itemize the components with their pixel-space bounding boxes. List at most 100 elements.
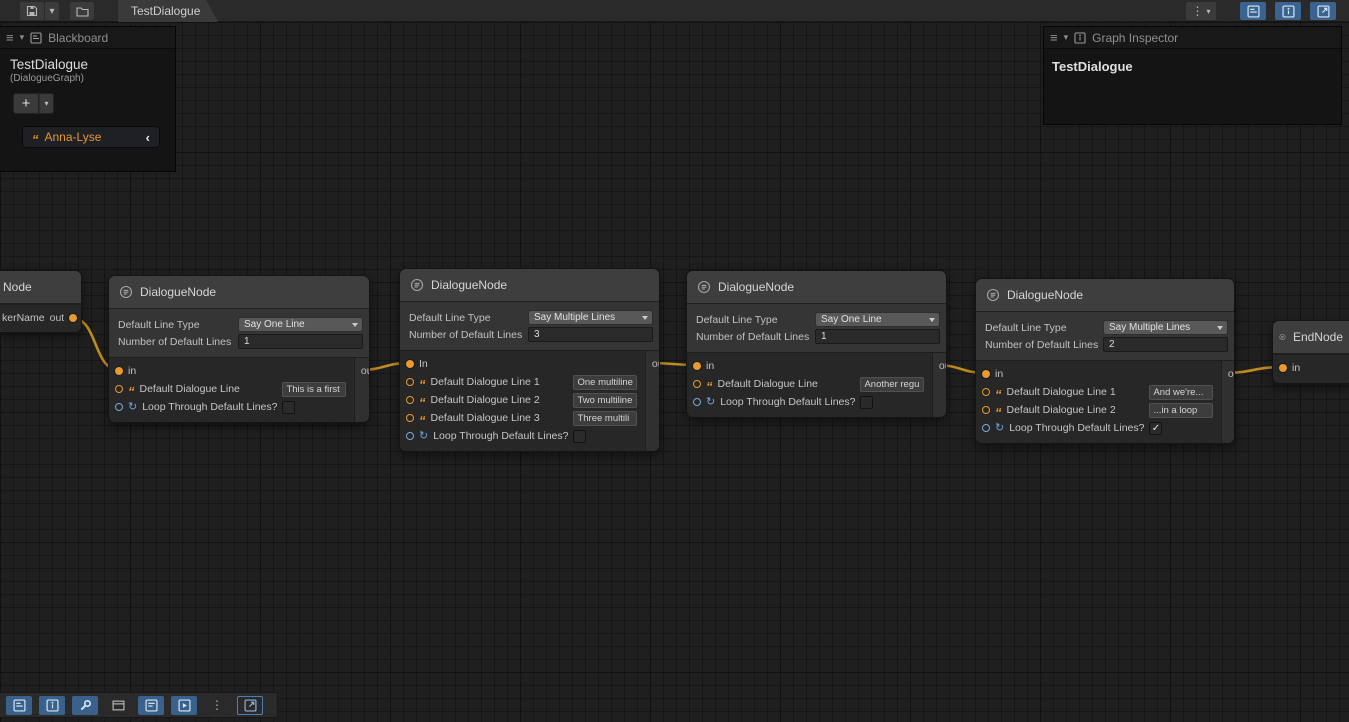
loop-icon: ↻ bbox=[128, 402, 137, 413]
line-type-dropdown[interactable]: Say Multiple Lines bbox=[528, 310, 653, 325]
blackboard-property-row[interactable]: “ Anna-Lyse ‹ bbox=[22, 126, 160, 148]
loop-checkbox[interactable] bbox=[860, 396, 873, 409]
end-node-icon bbox=[1279, 330, 1286, 344]
dropdown-value: Say One Line bbox=[821, 314, 882, 325]
inspector-toggle-button[interactable] bbox=[1275, 2, 1301, 20]
loop-checkbox[interactable] bbox=[282, 401, 295, 414]
node-title: DialogueNode bbox=[718, 280, 794, 294]
preview-button[interactable] bbox=[171, 696, 197, 715]
dialogue-node-3[interactable]: DialogueNode Default Line Type Say One L… bbox=[686, 270, 947, 418]
overflow-menu-button[interactable]: ⋮ ▾ bbox=[1186, 2, 1216, 20]
node-title: Node bbox=[3, 280, 32, 294]
property-name[interactable]: Anna-Lyse bbox=[45, 130, 140, 144]
node-title-bar[interactable]: DialogueNode bbox=[687, 271, 946, 304]
num-lines-field[interactable]: 1 bbox=[815, 329, 940, 344]
dialogue-line-field[interactable]: One multiline bbox=[573, 375, 637, 390]
line-type-dropdown[interactable]: Say One Line bbox=[238, 317, 363, 332]
dialogue-line-field[interactable]: And we're... bbox=[1149, 385, 1213, 400]
loop-port[interactable] bbox=[406, 432, 414, 440]
speaker-name-label: kerName bbox=[2, 312, 45, 324]
frame-button[interactable] bbox=[237, 696, 263, 715]
open-folder-button[interactable] bbox=[70, 2, 94, 20]
dialogue-line-field[interactable]: Another regu bbox=[860, 377, 924, 392]
graph-tab[interactable]: TestDialogue bbox=[118, 0, 218, 22]
dialogue-node-icon bbox=[697, 280, 711, 294]
node-title-bar[interactable]: EndNode bbox=[1273, 321, 1349, 354]
num-lines-field[interactable]: 2 bbox=[1103, 337, 1228, 352]
line-type-dropdown[interactable]: Say One Line bbox=[815, 312, 940, 327]
num-lines-label: Number of Default Lines bbox=[985, 339, 1103, 351]
node-title-bar[interactable]: DialogueNode bbox=[109, 276, 369, 309]
board-button[interactable] bbox=[138, 696, 164, 715]
panel-title: Blackboard bbox=[48, 31, 108, 45]
folder-icon bbox=[76, 6, 89, 17]
in-port[interactable] bbox=[406, 360, 414, 368]
dropdown-caret-icon bbox=[352, 323, 358, 327]
window-button[interactable] bbox=[105, 696, 131, 715]
node-title-bar[interactable]: DialogueNode bbox=[976, 279, 1234, 312]
quote-icon: “ bbox=[419, 382, 426, 388]
dialogue-line-field[interactable]: This is a first bbox=[282, 382, 346, 397]
blackboard-header[interactable]: ≡ ▾ Blackboard bbox=[0, 27, 175, 49]
collapse-arrow-icon[interactable]: ▾ bbox=[20, 32, 25, 43]
line-type-label: Default Line Type bbox=[409, 312, 528, 324]
save-button[interactable] bbox=[20, 2, 44, 20]
dialogue-line-field[interactable]: ...in a loop bbox=[1149, 403, 1213, 418]
hamburger-icon[interactable]: ≡ bbox=[6, 30, 14, 45]
graph-inspector-header[interactable]: ≡ ▾ Graph Inspector bbox=[1044, 27, 1341, 49]
loop-label: Loop Through Default Lines? bbox=[1009, 422, 1144, 434]
chevron-left-icon[interactable]: ‹ bbox=[146, 130, 150, 145]
dialogue-line-port[interactable] bbox=[406, 378, 414, 386]
node-title-bar[interactable]: DialogueNode bbox=[400, 269, 659, 302]
graph-inspector-panel[interactable]: ≡ ▾ Graph Inspector TestDialogue bbox=[1043, 26, 1342, 125]
dialogue-line-field[interactable]: Three multili bbox=[573, 411, 637, 426]
blackboard-toggle-button[interactable] bbox=[1240, 2, 1266, 20]
dialogue-line-port[interactable] bbox=[115, 385, 123, 393]
dialogue-line-field[interactable]: Two multiline bbox=[573, 393, 637, 408]
num-lines-field[interactable]: 3 bbox=[528, 327, 653, 342]
loop-checkbox[interactable] bbox=[573, 430, 586, 443]
dialogue-line-label: Default Dialogue Line 2 bbox=[431, 394, 569, 406]
loop-port[interactable] bbox=[693, 398, 701, 406]
dialogue-node-2[interactable]: DialogueNode Default Line Type Say Multi… bbox=[399, 268, 660, 452]
out-port[interactable] bbox=[69, 314, 77, 322]
in-port-label: in bbox=[706, 360, 926, 372]
overflow-menu-button[interactable]: ⋮ bbox=[204, 696, 230, 715]
loop-checkbox[interactable]: ✓ bbox=[1149, 422, 1162, 435]
add-property-button[interactable]: + bbox=[13, 93, 39, 114]
add-property-dropdown[interactable]: ▾ bbox=[39, 93, 54, 114]
line-type-dropdown[interactable]: Say Multiple Lines bbox=[1103, 320, 1228, 335]
loop-port[interactable] bbox=[115, 403, 123, 411]
num-lines-field[interactable]: 1 bbox=[238, 334, 363, 349]
in-port[interactable] bbox=[982, 370, 990, 378]
preview-toggle-button[interactable] bbox=[1310, 2, 1336, 20]
collapse-arrow-icon[interactable]: ▾ bbox=[1064, 32, 1069, 43]
dialogue-node-4[interactable]: DialogueNode Default Line Type Say Multi… bbox=[975, 278, 1235, 444]
dialogue-line-port[interactable] bbox=[982, 406, 990, 414]
tools-button[interactable] bbox=[72, 696, 98, 715]
dialogue-line-port[interactable] bbox=[406, 396, 414, 404]
end-node[interactable]: EndNode in bbox=[1272, 320, 1349, 384]
node-title-bar[interactable]: Node bbox=[0, 271, 81, 304]
in-port[interactable] bbox=[1279, 364, 1287, 372]
save-options-dropdown[interactable]: ▾ bbox=[45, 2, 59, 20]
partial-node[interactable]: Node kerName out bbox=[0, 270, 82, 333]
dialogue-line-port[interactable] bbox=[406, 414, 414, 422]
loop-icon: ↻ bbox=[419, 431, 428, 442]
in-port[interactable] bbox=[693, 362, 701, 370]
loop-port[interactable] bbox=[982, 424, 990, 432]
blackboard-panel[interactable]: ≡ ▾ Blackboard TestDialogue (DialogueGra… bbox=[0, 26, 176, 172]
dropdown-value: Say Multiple Lines bbox=[534, 312, 615, 323]
blackboard-toggle-button[interactable] bbox=[6, 696, 32, 715]
dialogue-line-port[interactable] bbox=[982, 388, 990, 396]
dialogue-line-label: Default Dialogue Line 2 bbox=[1007, 404, 1145, 416]
out-port-label: out bbox=[1228, 368, 1234, 380]
in-port[interactable] bbox=[115, 367, 123, 375]
inspector-toggle-button[interactable] bbox=[39, 696, 65, 715]
loop-icon: ↻ bbox=[706, 397, 715, 408]
hamburger-icon[interactable]: ≡ bbox=[1050, 30, 1058, 45]
dialogue-line-label: Default Dialogue Line 3 bbox=[431, 412, 569, 424]
quote-icon: “ bbox=[419, 400, 426, 406]
dialogue-node-1[interactable]: DialogueNode Default Line Type Say One L… bbox=[108, 275, 370, 423]
dialogue-line-port[interactable] bbox=[693, 380, 701, 388]
